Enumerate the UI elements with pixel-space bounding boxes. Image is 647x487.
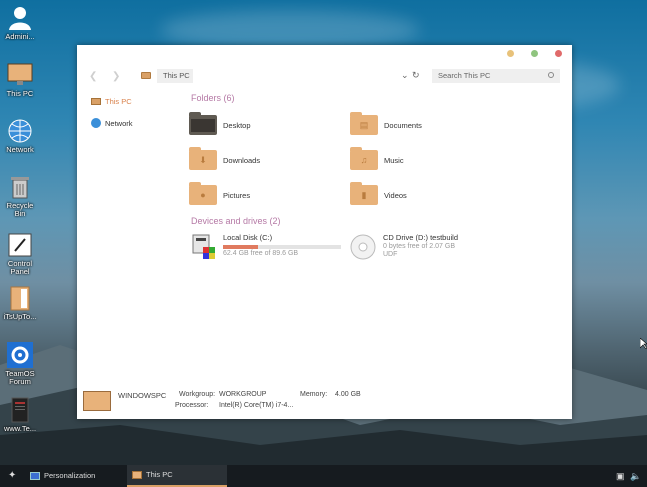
this-pc-icon bbox=[132, 471, 142, 479]
pictures-folder-icon: ● bbox=[189, 182, 217, 205]
hard-drive-icon bbox=[192, 234, 215, 259]
start-button[interactable]: ✦ bbox=[8, 465, 16, 487]
desktop-icon-label: Recycle Bin bbox=[6, 201, 34, 218]
folder-videos[interactable]: ▮ Videos bbox=[350, 182, 407, 205]
task-personalization[interactable]: Personalization bbox=[26, 465, 124, 487]
folder-music[interactable]: ♫ Music bbox=[350, 147, 404, 170]
personalization-icon bbox=[30, 472, 40, 480]
window-controls bbox=[507, 50, 562, 57]
desktop-icon-teamos-forum[interactable]: TeamOS Forum bbox=[2, 342, 38, 386]
drive-label: CD Drive (D:) testbuild bbox=[383, 233, 459, 242]
sidebar-item-label: This PC bbox=[105, 97, 132, 106]
drive-cd-d[interactable]: CD Drive (D:) testbuild 0 bytes free of … bbox=[349, 233, 458, 261]
disk-usage-fill bbox=[223, 245, 259, 249]
processor-label: Processor: bbox=[175, 402, 209, 409]
user-icon bbox=[9, 7, 31, 30]
folder-pictures[interactable]: ● Pictures bbox=[189, 182, 251, 205]
recycle-bin-icon bbox=[11, 177, 29, 199]
forward-arrow-icon[interactable]: ❯ bbox=[112, 71, 120, 82]
document-icon bbox=[11, 397, 29, 423]
explorer-window: ❮ ❯ This PC ⌄ ↻ Search This PC This PC N… bbox=[77, 45, 572, 419]
folder-icon bbox=[91, 98, 101, 105]
folder-label: Desktop bbox=[223, 120, 251, 130]
folder-icon bbox=[10, 286, 30, 311]
desktop-icon-admin[interactable]: Admini... bbox=[2, 5, 38, 41]
desktop-folder-icon bbox=[189, 112, 217, 135]
desktop-icon-itsupto[interactable]: iTsUpTo... bbox=[2, 285, 38, 321]
folder-label: Videos bbox=[384, 190, 407, 200]
folder-label: Documents bbox=[384, 120, 422, 130]
gear-icon bbox=[7, 342, 33, 368]
refresh-icon[interactable]: ↻ bbox=[412, 70, 420, 81]
drive-label: Local Disk (C:) bbox=[223, 233, 273, 242]
desktop-icon-label: Admini... bbox=[5, 32, 35, 41]
workgroup-label: Workgroup: bbox=[179, 391, 216, 398]
computer-name: WINDOWSPC bbox=[118, 391, 167, 400]
folder-label: Pictures bbox=[223, 190, 251, 200]
desktop-icon-network[interactable]: Network bbox=[2, 118, 38, 154]
desktop-icon-label: TeamOS Forum bbox=[5, 369, 35, 386]
desktop-icon-label: www.Te... bbox=[3, 424, 37, 433]
desktop-icon-recycle-bin[interactable]: Recycle Bin bbox=[2, 174, 38, 218]
minimize-button[interactable] bbox=[507, 50, 514, 57]
search-placeholder: Search This PC bbox=[438, 71, 491, 80]
memory-label: Memory: bbox=[300, 391, 328, 398]
navigation-pane: This PC Network bbox=[91, 97, 133, 140]
drive-filesystem: UDF bbox=[383, 251, 398, 258]
desktop-icon-www-te[interactable]: www.Te... bbox=[2, 397, 38, 433]
control-panel-icon bbox=[8, 233, 32, 257]
maximize-button[interactable] bbox=[531, 50, 538, 57]
sidebar-item-network[interactable]: Network bbox=[91, 118, 133, 128]
cloud bbox=[160, 10, 420, 50]
this-pc-icon bbox=[141, 72, 151, 79]
back-arrow-icon[interactable]: ❮ bbox=[89, 71, 97, 82]
close-button[interactable] bbox=[555, 50, 562, 57]
task-label: Personalization bbox=[44, 471, 96, 480]
folder-downloads[interactable]: ⬇ Downloads bbox=[189, 147, 261, 170]
toolbar: ❮ ❯ This PC ⌄ ↻ Search This PC bbox=[77, 69, 572, 85]
cd-icon bbox=[350, 234, 376, 260]
desktop-icon-label: Control Panel bbox=[7, 259, 33, 276]
disk-usage-bar bbox=[223, 245, 341, 249]
computer-icon bbox=[83, 391, 111, 411]
drive-local-disk-c[interactable]: Local Disk (C:) 62.4 GB free of 89.6 GB bbox=[191, 233, 341, 261]
folders-section-title: Folders (6) bbox=[191, 93, 235, 103]
mouse-cursor-icon bbox=[640, 338, 647, 349]
address-bar[interactable]: This PC bbox=[157, 69, 193, 83]
music-folder-icon: ♫ bbox=[350, 147, 378, 170]
memory-value: 4.00 GB bbox=[335, 391, 361, 398]
drive-free-space: 62.4 GB free of 89.6 GB bbox=[223, 250, 299, 257]
downloads-folder-icon: ⬇ bbox=[189, 147, 217, 170]
folder-documents[interactable]: ▤ Documents bbox=[350, 112, 422, 135]
sidebar-item-label: Network bbox=[105, 118, 133, 128]
chevron-down-icon[interactable]: ⌄ bbox=[401, 70, 409, 81]
workgroup-value: WORKGROUP bbox=[219, 391, 267, 398]
search-icon bbox=[548, 72, 554, 78]
desktop-icon-this-pc[interactable]: This PC bbox=[2, 62, 38, 98]
documents-folder-icon: ▤ bbox=[350, 112, 378, 135]
desktop-icon-label: Network bbox=[6, 145, 34, 154]
drive-free-space: 0 bytes free of 2.07 GB bbox=[383, 243, 455, 250]
folder-desktop[interactable]: Desktop bbox=[189, 112, 251, 135]
desktop-icon-label: This PC bbox=[6, 89, 34, 98]
task-this-pc[interactable]: This PC bbox=[127, 465, 227, 487]
volume-icon[interactable]: 🔈 bbox=[630, 465, 641, 487]
search-input[interactable]: Search This PC bbox=[432, 69, 560, 83]
details-pane: WINDOWSPC Workgroup: WORKGROUP Memory: 4… bbox=[83, 389, 563, 415]
folder-label: Music bbox=[384, 155, 404, 165]
globe-icon bbox=[91, 118, 101, 128]
network-tray-icon[interactable]: ▣ bbox=[616, 465, 625, 487]
sidebar-item-this-pc[interactable]: This PC bbox=[91, 97, 133, 106]
desktop-icon-control-panel[interactable]: Control Panel bbox=[2, 232, 38, 276]
desktop-icon-label: iTsUpTo... bbox=[3, 312, 37, 321]
taskbar: ✦ Personalization This PC ▣ 🔈 bbox=[0, 465, 647, 487]
task-label: This PC bbox=[146, 470, 173, 479]
drives-section-title: Devices and drives (2) bbox=[191, 216, 281, 226]
globe-icon bbox=[8, 119, 32, 143]
monitor-icon bbox=[7, 63, 33, 85]
videos-folder-icon: ▮ bbox=[350, 182, 378, 205]
folder-label: Downloads bbox=[223, 155, 261, 165]
processor-value: Intel(R) Core(TM) i7-4... bbox=[219, 402, 294, 409]
